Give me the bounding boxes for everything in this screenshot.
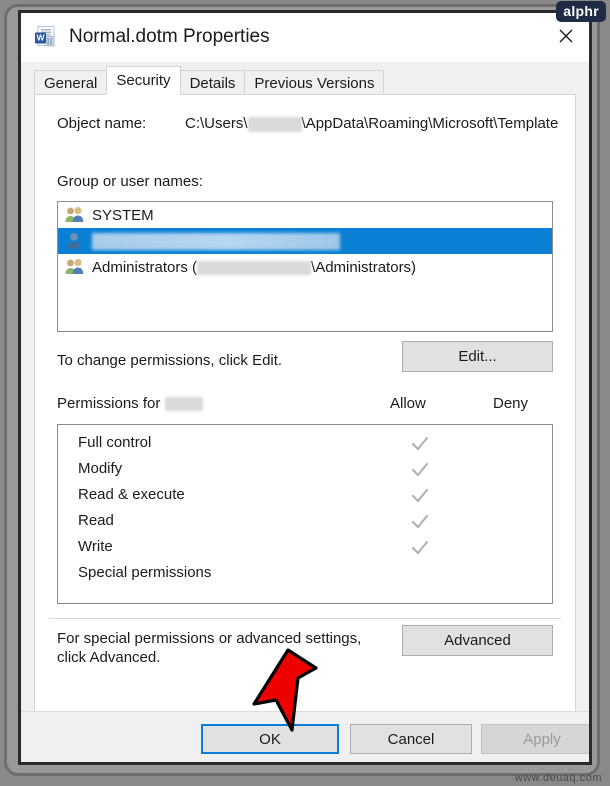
permission-row[interactable]: Read & execute [58,483,552,509]
redacted-username [247,116,302,132]
column-header-deny: Deny [493,395,529,412]
redacted-permissions-username [164,397,203,412]
permissions-for-text: Permissions for [57,395,161,412]
permission-label: Modify [78,460,123,477]
svg-text:W: W [36,33,45,43]
security-tab-panel: Object name: C:\Users\ \AppData\Roaming\M… [34,94,576,712]
group-or-user-names-list[interactable]: SYSTEM Administrators (\Administrators) [57,201,553,332]
single-user-icon [64,231,86,251]
advanced-hint-line2: click Advanced. [57,649,161,666]
tab-strip: General Security Details Previous Versio… [21,62,589,95]
tab-previous-versions[interactable]: Previous Versions [244,70,385,95]
list-item-label: SYSTEM [92,206,154,224]
properties-dialog: W Normal.dotm Properties General Securit… [18,10,592,765]
permission-row[interactable]: Modify [58,457,552,483]
permission-label: Special permissions [78,564,212,581]
advanced-hint-line1: For special permissions or advanced sett… [57,630,362,647]
edit-button[interactable]: Edit... [402,341,553,372]
allow-check-icon [410,486,430,506]
object-name-value: C:\Users\ \AppData\Roaming\Microsoft\Temp… [185,115,558,132]
title-bar: W Normal.dotm Properties [21,13,589,62]
permission-label: Full control [78,434,152,451]
group-users-icon [64,205,86,225]
tab-general[interactable]: General [34,70,108,95]
allow-check-icon [410,512,430,532]
administrators-prefix: Administrators ( [92,258,198,276]
divider [49,618,561,619]
edit-hint-text: To change permissions, click Edit. [57,352,283,369]
administrators-suffix: \Administrators) [311,258,417,276]
allow-check-icon [410,434,430,454]
permission-row[interactable]: Write [58,535,552,561]
screenshot-root: W Normal.dotm Properties General Securit… [0,0,610,786]
group-users-icon [64,257,86,277]
object-name-label: Object name: [57,115,147,132]
list-item[interactable]: Administrators ( \Administrators) [58,254,552,280]
apply-button: Apply [481,724,589,754]
allow-check-icon [410,538,430,558]
list-item[interactable]: SYSTEM [58,202,552,228]
permissions-for-label: Permissions for [57,395,203,412]
word-template-icon: W [33,24,59,50]
group-or-user-names-label: Group or user names: [57,173,203,190]
deuaq-watermark: www.deuaq.com [514,772,602,784]
permissions-list[interactable]: Full control Modify Read & execute Read … [57,424,553,604]
cancel-button[interactable]: Cancel [350,724,472,754]
object-name-prefix: C:\Users\ [185,115,248,132]
tab-security[interactable]: Security [106,66,181,95]
window-title: Normal.dotm Properties [69,26,270,47]
object-name-suffix: \AppData\Roaming\Microsoft\Template [301,115,559,132]
permission-row[interactable]: Read [58,509,552,535]
advanced-button[interactable]: Advanced [402,625,553,656]
list-item[interactable] [58,228,552,254]
object-name-row: Object name: C:\Users\ \AppData\Roaming\M… [57,115,569,137]
tab-details[interactable]: Details [179,70,246,95]
permission-label: Write [78,538,113,555]
redacted-selected-username [92,232,340,250]
ok-button[interactable]: OK [201,724,339,754]
list-item-label: Administrators ( \Administrators) [92,259,416,276]
allow-check-icon [410,460,430,480]
column-header-allow: Allow [390,395,426,412]
permission-label: Read [78,512,114,529]
alphr-watermark: alphr [556,1,606,22]
redacted-domain [197,260,312,275]
permission-row[interactable]: Full control [58,431,552,457]
permission-row[interactable]: Special permissions [58,561,552,587]
permission-label: Read & execute [78,486,185,503]
dialog-footer: OK Cancel Apply [21,711,589,762]
advanced-hint-text: For special permissions or advanced sett… [57,629,387,667]
